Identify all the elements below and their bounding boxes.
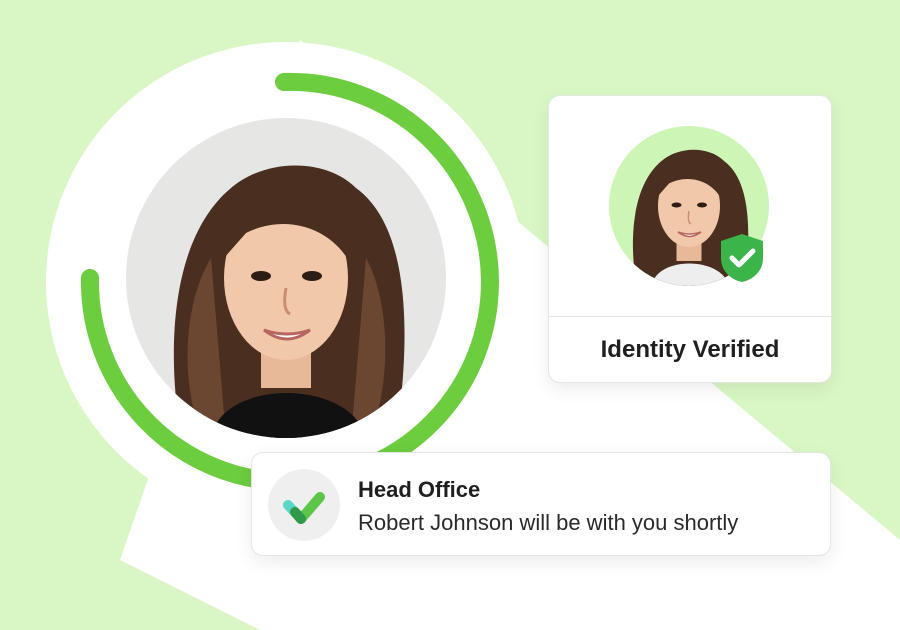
notification-card[interactable]: Head Office Robert Johnson will be with …: [251, 452, 831, 556]
identity-verified-card: Identity Verified: [548, 95, 832, 383]
notification-sender: Head Office: [358, 477, 481, 502]
notification-text: Robert Johnson will be with you shortly: [358, 510, 739, 535]
identity-verified-title: Identity Verified: [600, 336, 780, 363]
profile-photo-large: [126, 118, 446, 438]
shield-check-icon: [721, 234, 763, 282]
check-logo-icon: [268, 469, 340, 541]
card-divider: [549, 316, 831, 317]
